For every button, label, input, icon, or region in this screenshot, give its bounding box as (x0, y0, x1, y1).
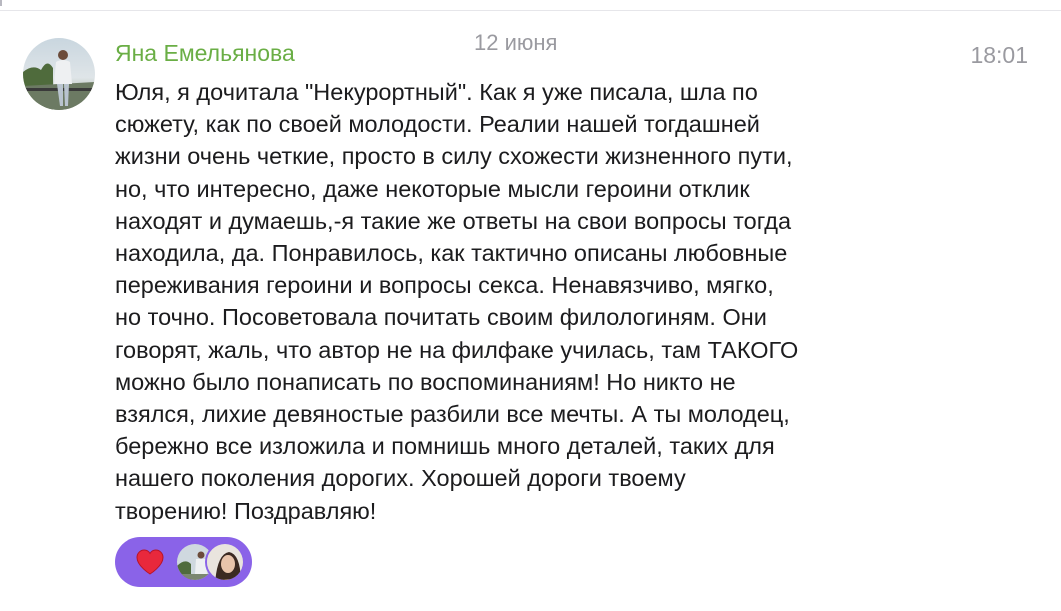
message-line: говорят, жаль, что автор не на филфаке у… (115, 336, 799, 363)
message-line: находила, да. Понравилось, как тактично … (115, 240, 788, 267)
chat-view: 12 июня Яна Емельянова 18:01 Юля, я дочи… (0, 0, 1061, 611)
message-line: Юля, я дочитала "Некурортный". Как я уже… (115, 79, 758, 105)
message-line: сюжету, как по своей молодости. Реалии н… (115, 111, 760, 138)
message-line: переживания героини и вопросы секса. Нен… (115, 272, 774, 299)
message-line: но, что интересно, даже некоторые мысли … (115, 175, 750, 202)
reactor-photo-icon (207, 544, 243, 580)
sender-name[interactable]: Яна Емельянова (115, 40, 295, 67)
message-line: бережно все изложила и помнишь много дет… (115, 433, 775, 460)
scroll-edge-mark (0, 0, 6, 6)
message-line: жизни очень четкие, просто в силу схожес… (115, 143, 793, 170)
sender-avatar[interactable] (23, 38, 95, 110)
message-line: но точно. Посоветовала почитать своим фи… (115, 304, 767, 331)
avatar-photo-icon (23, 38, 95, 110)
top-divider (0, 10, 1061, 11)
message-text: Юля, я дочитала "Некурортный". Как я уже… (115, 76, 945, 527)
reaction-pill[interactable] (115, 537, 252, 587)
message-time: 18:01 (970, 42, 1028, 68)
date-separator: 12 июня (474, 30, 558, 55)
message-line: можно было понаписать по воспоминаниям! … (115, 368, 736, 395)
message-line: нашего поколения дорогих. Хорошей дороги… (115, 465, 686, 492)
message-line: находят и думаешь,-я такие же ответы на … (115, 207, 792, 234)
message-line: взялся, лихие девяностые разбили все меч… (115, 401, 790, 428)
reactor-avatar (205, 542, 245, 582)
heart-icon (136, 549, 164, 575)
message-line: творению! Поздравляю! (115, 497, 377, 524)
